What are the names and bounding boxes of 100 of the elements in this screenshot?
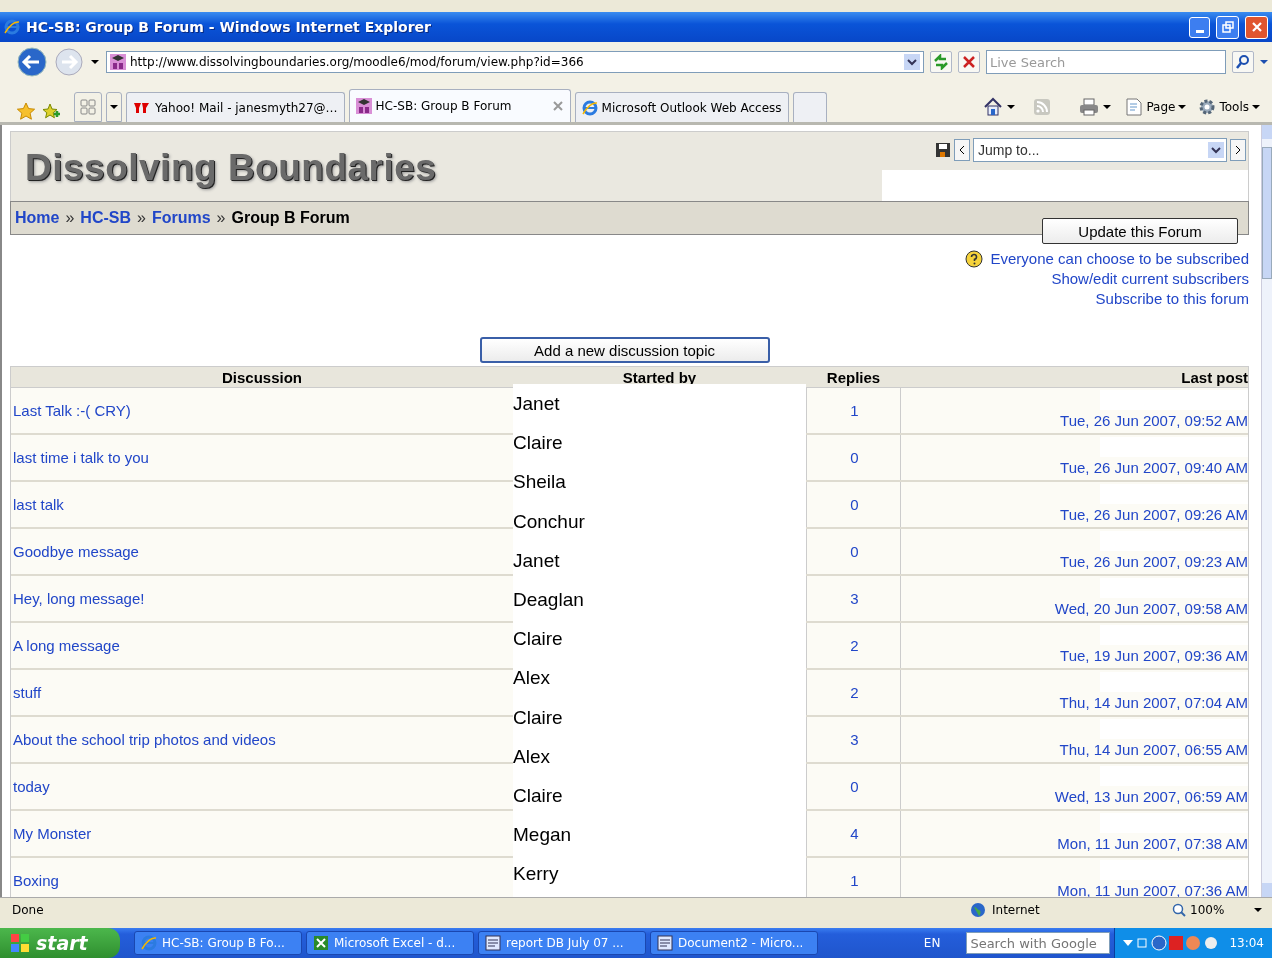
command-menu-button[interactable]: Tools [1198, 98, 1260, 116]
caret-icon[interactable] [1103, 103, 1112, 111]
tab-list-button[interactable] [106, 92, 122, 122]
quick-tabs-icon [80, 99, 96, 115]
subscription-link[interactable]: Subscribe to this forum [1095, 289, 1249, 309]
last-post-date[interactable]: Wed, 20 Jun 2007, 09:58 AM [1054, 600, 1248, 617]
last-post-date[interactable]: Tue, 19 Jun 2007, 09:36 AM [1060, 647, 1248, 664]
help-icon [964, 250, 983, 268]
favorites-star-icon[interactable] [16, 102, 36, 122]
subscription-link[interactable]: Show/edit current subscribers [1051, 269, 1249, 289]
search-field[interactable]: Search with Google [966, 932, 1111, 954]
last-post-date[interactable]: Tue, 26 Jun 2007, 09:40 AM [1060, 459, 1248, 476]
restore-icon [1221, 21, 1234, 33]
previous-button[interactable] [954, 139, 970, 161]
clock: 13:04 [1229, 936, 1264, 950]
browser-logo-icon [581, 99, 598, 116]
author-name: Claire [513, 432, 564, 456]
window-icon[interactable] [1137, 938, 1148, 948]
discussion-link[interactable]: A long message [13, 637, 120, 654]
author-name: Megan [513, 824, 573, 848]
jump-to-select[interactable]: Jump to... [973, 138, 1227, 162]
printer-icon[interactable] [1079, 98, 1100, 116]
replies-link[interactable]: 0 [850, 496, 859, 513]
browser-logo-icon [141, 935, 157, 951]
close-button[interactable] [1245, 15, 1268, 39]
document-icon [485, 935, 501, 951]
discussion-link[interactable]: Goodbye message [13, 543, 139, 560]
replies-link[interactable]: 0 [850, 543, 859, 560]
add-topic-button[interactable]: Add a new discussion topic [479, 337, 770, 363]
last-post-date[interactable]: Tue, 26 Jun 2007, 09:26 AM [1060, 506, 1248, 523]
gear-icon [1198, 98, 1217, 116]
column-header: Replies [825, 367, 882, 387]
command-menu-button[interactable]: Page [1125, 98, 1187, 116]
status-text: Done [12, 903, 44, 917]
minimize-button[interactable] [1189, 16, 1210, 38]
save-icon[interactable] [935, 142, 951, 158]
refresh-button[interactable] [930, 51, 952, 73]
replies-link[interactable]: 4 [850, 825, 859, 842]
discussion-link[interactable]: last talk [13, 496, 64, 513]
search-icon [1235, 54, 1251, 70]
discussion-link[interactable]: last time i talk to you [13, 449, 149, 466]
replies-link[interactable]: 2 [850, 684, 859, 701]
taskbar-button[interactable]: HC-SB: Group B Fo... [134, 931, 302, 955]
caret-icon[interactable] [1007, 103, 1016, 111]
discussion-link[interactable]: today [13, 778, 50, 795]
browser-tab[interactable]: Microsoft Outlook Web Access [574, 92, 789, 122]
discussion-link[interactable]: About the school trip photos and videos [13, 731, 276, 748]
author-name: Janet [513, 549, 561, 573]
discussion-link[interactable]: Last Talk :-( CRY) [13, 402, 131, 419]
stop-button[interactable] [958, 51, 980, 73]
breadcrumb-link[interactable]: Home [15, 209, 60, 227]
next-button[interactable] [1230, 139, 1246, 161]
breadcrumb-link[interactable]: HC-SB [80, 209, 132, 227]
replies-link[interactable]: 2 [850, 637, 859, 654]
spreadsheet-icon [313, 935, 329, 951]
author-name: Conchur [513, 510, 586, 534]
restore-button[interactable] [1216, 15, 1239, 39]
subscription-link[interactable]: Everyone can choose to be subscribed [990, 249, 1249, 269]
last-post-date[interactable]: Thu, 14 Jun 2007, 06:55 AM [1059, 741, 1248, 758]
caret-icon[interactable] [90, 57, 100, 67]
taskbar-button[interactable]: Microsoft Excel - d... [306, 931, 474, 955]
caret-icon[interactable] [1260, 57, 1268, 67]
last-post-date[interactable]: Tue, 26 Jun 2007, 09:52 AM [1060, 412, 1248, 429]
discussion-link[interactable]: Hey, long message! [13, 590, 145, 607]
close-tab-icon[interactable] [551, 100, 564, 112]
address-field[interactable]: http://www.dissolvingboundaries.org/moodle6/mod/forum/view.php?id=366 [106, 51, 924, 73]
author-name: Claire [513, 628, 564, 652]
zoom-control[interactable]: 100% [1172, 903, 1262, 917]
replies-link[interactable]: 3 [850, 590, 859, 607]
breadcrumb-link[interactable]: Forums [151, 209, 211, 227]
dropdown-icon[interactable] [904, 54, 920, 70]
last-post-date[interactable]: Tue, 26 Jun 2007, 09:23 AM [1060, 553, 1248, 570]
column-header: Started by [621, 367, 698, 387]
search-field[interactable]: Live Search [986, 50, 1226, 74]
browser-tab[interactable]: HC-SB: Group B Forum [348, 89, 571, 122]
search-button[interactable] [1232, 51, 1254, 73]
replies-link[interactable]: 0 [850, 778, 859, 795]
replies-link[interactable]: 3 [850, 731, 859, 748]
last-post-date[interactable]: Mon, 11 Jun 2007, 07:38 AM [1057, 835, 1248, 852]
discussion-link[interactable]: My Monster [13, 825, 92, 842]
add-favorite-icon[interactable] [40, 102, 60, 122]
update-forum-button[interactable]: Update this Forum [1042, 218, 1238, 244]
caret-icon [1254, 906, 1262, 914]
refresh-icon [933, 54, 949, 70]
last-post-date[interactable]: Wed, 13 Jun 2007, 06:59 AM [1054, 788, 1248, 805]
replies-link[interactable]: 1 [850, 872, 859, 889]
discussion-link[interactable]: Boxing [13, 872, 59, 889]
taskbar-button[interactable]: Document2 - Micro... [650, 931, 818, 955]
document-icon [657, 935, 673, 951]
discussion-link[interactable]: stuff [13, 684, 42, 701]
back-icon[interactable] [16, 46, 48, 78]
browser-tab[interactable]: Yahoo! Mail - janesmyth27@… [126, 92, 345, 122]
author-name: Kerry [513, 863, 560, 887]
site-icon [355, 98, 372, 114]
replies-link[interactable]: 0 [850, 449, 859, 466]
browser-logo-icon [4, 19, 20, 35]
replies-link[interactable]: 1 [850, 402, 859, 419]
last-post-date[interactable]: Thu, 14 Jun 2007, 07:04 AM [1059, 694, 1248, 711]
taskbar-button[interactable]: report DB July 07 ... [478, 931, 646, 955]
home-icon[interactable] [983, 97, 1004, 117]
